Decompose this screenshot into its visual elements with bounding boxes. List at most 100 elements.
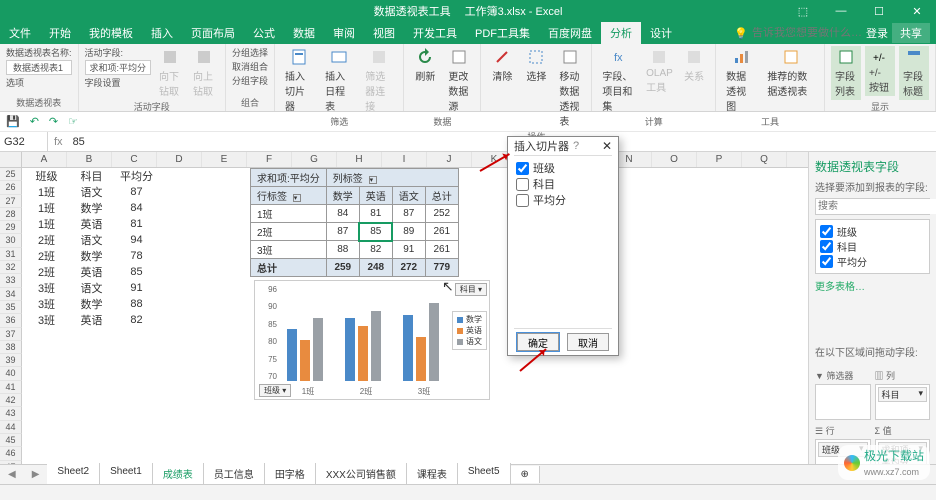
slicer-field-option[interactable]: 平均分 [516, 192, 610, 208]
pivotchart-button[interactable]: 数据透视图 [722, 46, 759, 115]
pt-name-value[interactable]: 数据透视表1 [6, 60, 72, 75]
tab-PDF工具集[interactable]: PDF工具集 [466, 22, 539, 44]
fields-items-button[interactable]: fx字段、项目和集 [598, 46, 639, 115]
col-header[interactable]: Q [742, 152, 787, 167]
pivot-chart[interactable]: 969085807570 1班2班3班 数学英语语文 班级 ▾ 科目 ▾ [254, 280, 490, 400]
filters-area[interactable] [815, 384, 871, 420]
sheet-nav-prev-icon[interactable]: ◀ [0, 469, 24, 480]
tab-开始[interactable]: 开始 [40, 22, 80, 44]
col-header[interactable]: A [22, 152, 67, 167]
sheet-tabs[interactable]: ◀ ▶ Sheet2Sheet1成绩表员工信息田字格XXX公司销售额课程表She… [0, 464, 936, 484]
tab-视图[interactable]: 视图 [364, 22, 404, 44]
row-header[interactable]: 26 [0, 181, 22, 194]
tab-百度网盘[interactable]: 百度网盘 [539, 22, 601, 44]
insert-slicer-button[interactable]: 插入切片器 [281, 46, 317, 115]
dialog-cancel-button[interactable]: 取消 [567, 333, 609, 351]
row-header[interactable]: 39 [0, 354, 22, 367]
sheet-tab[interactable]: XXX公司销售额 [316, 463, 407, 486]
row-header[interactable]: 42 [0, 394, 22, 407]
chart-filter-subject[interactable]: 科目 ▾ [455, 283, 487, 296]
chart-legend[interactable]: 数学英语语文 [452, 311, 487, 350]
row-header[interactable]: 40 [0, 367, 22, 380]
dialog-close-icon[interactable]: ✕ [602, 139, 612, 153]
fx-icon[interactable]: fx [48, 136, 69, 148]
redo-icon[interactable]: ↷ [49, 115, 58, 128]
row-header[interactable]: 36 [0, 314, 22, 327]
row-header[interactable]: 33 [0, 274, 22, 287]
fieldheaders-button[interactable]: 字段标题 [899, 46, 929, 100]
row-header[interactable]: 44 [0, 421, 22, 434]
col-header[interactable]: G [292, 152, 337, 167]
slicer-field-option[interactable]: 科目 [516, 176, 610, 192]
col-header[interactable]: J [427, 152, 472, 167]
row-header[interactable]: 30 [0, 234, 22, 247]
sheet-tab[interactable]: 田字格 [265, 463, 316, 486]
sheet-tab[interactable]: Sheet1 [100, 463, 153, 486]
dialog-help-icon[interactable]: ? [573, 140, 579, 152]
pivot-table[interactable]: 求和项:平均分列标签 ▾行标签 ▾数学英语语文总计1班8481872522班87… [250, 168, 459, 277]
field-settings[interactable]: 字段设置 [85, 76, 152, 89]
row-header[interactable]: 43 [0, 407, 22, 420]
fieldlist-button[interactable]: 字段列表 [831, 46, 861, 100]
tab-公式[interactable]: 公式 [244, 22, 284, 44]
tab-分析[interactable]: 分析 [601, 22, 641, 44]
formula-value[interactable]: 85 [69, 136, 89, 148]
recommended-pt-button[interactable]: 推荐的数据透视表 [763, 46, 818, 100]
sheet-tab[interactable]: Sheet5 [458, 463, 511, 486]
dialog-ok-button[interactable]: 确定 [517, 333, 559, 351]
active-field-value[interactable]: 求和项:平均分 [85, 60, 152, 75]
plusminus-button[interactable]: +/-+/- 按钮 [865, 46, 895, 96]
pane-field[interactable]: 平均分 [820, 254, 925, 269]
row-header[interactable]: 41 [0, 381, 22, 394]
row-header[interactable]: 38 [0, 341, 22, 354]
group-field[interactable]: 分组字段 [232, 74, 268, 87]
col-header[interactable]: H [337, 152, 382, 167]
share-button[interactable]: 共享 [892, 23, 930, 43]
tab-页面布局[interactable]: 页面布局 [182, 22, 244, 44]
tab-数据[interactable]: 数据 [284, 22, 324, 44]
col-header[interactable]: C [112, 152, 157, 167]
sheet-tab[interactable]: 员工信息 [204, 463, 265, 486]
change-source-button[interactable]: 更改数据源 [444, 46, 474, 115]
row-header[interactable]: 25 [0, 168, 22, 181]
minimize-icon[interactable]: ― [822, 0, 860, 22]
row-header[interactable]: 29 [0, 221, 22, 234]
refresh-button[interactable]: 刷新 [410, 46, 440, 85]
tab-审阅[interactable]: 审阅 [324, 22, 364, 44]
login-link[interactable]: 登录 [866, 25, 888, 41]
row-header[interactable]: 27 [0, 195, 22, 208]
row-header[interactable]: 46 [0, 447, 22, 460]
worksheet[interactable]: ABCDEFGHIJKLMNOPQ 2526272829303132333435… [0, 152, 808, 500]
move-pt-button[interactable]: 移动数据透视表 [555, 46, 585, 130]
col-header[interactable]: F [247, 152, 292, 167]
col-header[interactable]: E [202, 152, 247, 167]
chart-filter-class[interactable]: 班级 ▾ [259, 384, 291, 397]
sheet-nav-next-icon[interactable]: ▶ [24, 469, 48, 480]
sheet-tab[interactable]: 课程表 [407, 463, 458, 486]
pane-field[interactable]: 班级 [820, 224, 925, 239]
name-box[interactable]: G32 [0, 132, 48, 151]
save-icon[interactable]: 💾 [6, 115, 20, 128]
field-search-input[interactable] [816, 199, 936, 214]
ribbon-display-options-icon[interactable]: ⬚ [784, 0, 822, 22]
sheet-tab[interactable]: Sheet2 [47, 463, 100, 486]
row-header[interactable]: 45 [0, 434, 22, 447]
field-search[interactable]: 🔍 [815, 198, 930, 215]
tab-文件[interactable]: 文件 [0, 22, 40, 44]
row-header[interactable]: 37 [0, 328, 22, 341]
clear-button[interactable]: 清除 [487, 46, 517, 85]
insert-slicer-dialog[interactable]: 插入切片器 ? ✕ 班级 科目 平均分 确定 取消 [507, 136, 619, 356]
new-sheet-button[interactable]: ⊕ [511, 466, 540, 483]
close-icon[interactable]: ✕ [898, 0, 936, 22]
group-selection[interactable]: 分组选择 [232, 46, 268, 59]
pt-options[interactable]: 选项 [6, 76, 72, 89]
tab-插入[interactable]: 插入 [142, 22, 182, 44]
row-header[interactable]: 31 [0, 248, 22, 261]
sheet-tab[interactable]: 成绩表 [153, 463, 204, 486]
tab-开发工具[interactable]: 开发工具 [404, 22, 466, 44]
maximize-icon[interactable]: ☐ [860, 0, 898, 22]
row-header[interactable]: 34 [0, 288, 22, 301]
insert-timeline-button[interactable]: 插入日程表 [321, 46, 357, 115]
row-header[interactable]: 35 [0, 301, 22, 314]
more-tables-link[interactable]: 更多表格… [815, 278, 930, 293]
